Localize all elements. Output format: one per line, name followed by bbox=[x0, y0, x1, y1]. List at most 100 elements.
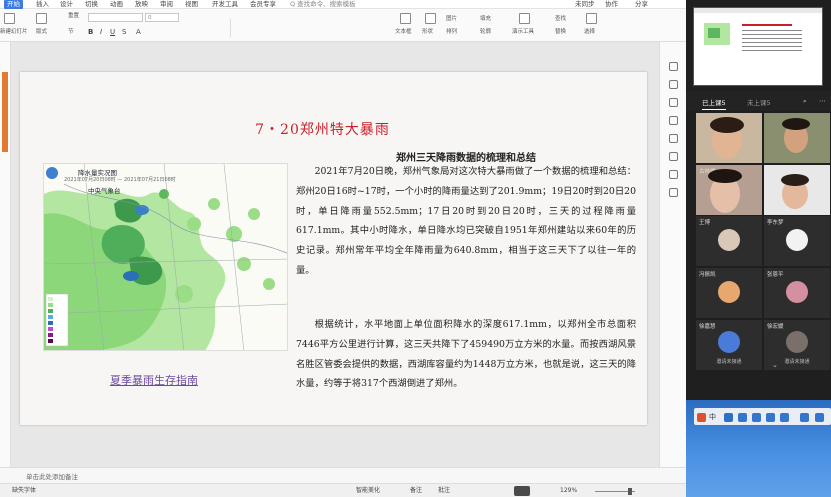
format-icon[interactable] bbox=[669, 116, 678, 125]
animation-icon[interactable] bbox=[669, 98, 678, 107]
find-button[interactable]: 查找 bbox=[555, 16, 566, 23]
avatar bbox=[718, 281, 740, 303]
shape-button[interactable]: 形状 bbox=[422, 29, 433, 36]
menu-design[interactable]: 设计 bbox=[60, 0, 73, 9]
toolbox-icon[interactable] bbox=[780, 413, 789, 422]
notes-placeholder: 单击此处添加备注 bbox=[26, 473, 78, 481]
location-icon[interactable] bbox=[669, 188, 678, 197]
participant-name: 王博 bbox=[699, 220, 711, 226]
phone-icon bbox=[718, 331, 740, 353]
search-commands[interactable]: Q 查找命令、搜索模板 bbox=[290, 0, 356, 9]
punct-icon[interactable] bbox=[724, 413, 733, 422]
map-subtitle: 2021年07月20日08时 — 2021年07月21日08时 bbox=[64, 177, 176, 183]
layout-icon[interactable] bbox=[36, 13, 47, 24]
zoom-level[interactable]: 129% bbox=[560, 486, 577, 496]
participant-tile[interactable]: 张恩平 bbox=[764, 268, 830, 318]
zoom-slider-thumb[interactable] bbox=[628, 488, 632, 495]
paragraph-statistics: 根据统计，水平地面上单位面积降水的深度617.1mm，以郑州全市总面积7446平… bbox=[296, 319, 636, 390]
menu-insert[interactable]: 插入 bbox=[36, 0, 49, 9]
smart-beautify-button[interactable]: 智能美化 bbox=[356, 486, 380, 496]
review-icon[interactable] bbox=[669, 170, 678, 179]
chevron-down-icon[interactable]: ⌄ bbox=[772, 361, 778, 369]
missing-font-button[interactable]: 缺失字体 bbox=[12, 486, 36, 496]
tab-not-joined[interactable]: 未上课5 bbox=[747, 97, 771, 107]
layout-button[interactable]: 版式 bbox=[36, 29, 47, 36]
participant-video-tile[interactable] bbox=[764, 113, 830, 163]
menu-slideshow[interactable]: 放映 bbox=[135, 0, 148, 9]
more-icon[interactable]: ⋯ bbox=[819, 97, 826, 105]
font-size-select[interactable]: 0 bbox=[145, 13, 179, 22]
present-tools-button[interactable]: 演示工具 bbox=[512, 29, 534, 36]
participant-video-tile[interactable] bbox=[764, 165, 830, 215]
menu-review[interactable]: 审阅 bbox=[160, 0, 173, 9]
share-button[interactable]: 分享 bbox=[635, 0, 648, 9]
section-button[interactable]: 节 bbox=[68, 29, 74, 36]
settings-icon[interactable] bbox=[669, 80, 678, 89]
grid-icon[interactable] bbox=[800, 413, 809, 422]
right-tool-strip bbox=[659, 42, 686, 470]
share-icon[interactable] bbox=[669, 152, 678, 161]
replace-button[interactable]: 替换 bbox=[555, 29, 566, 36]
avatar bbox=[786, 229, 808, 251]
picture-button[interactable]: 图片 bbox=[446, 16, 457, 23]
pin-icon[interactable] bbox=[669, 62, 678, 71]
participant-tile[interactable]: 冯振凯 bbox=[696, 268, 762, 318]
present-tools-icon[interactable] bbox=[519, 13, 530, 24]
participant-video-tile[interactable]: 古林楼 bbox=[696, 165, 762, 215]
participant-name: 张恩平 bbox=[767, 272, 784, 278]
notes-pane[interactable]: 单击此处添加备注 bbox=[0, 467, 686, 483]
new-slide-icon[interactable] bbox=[4, 13, 15, 24]
call-status: 邀请未接通 bbox=[716, 359, 742, 365]
slide-title: 7・20郑州特大暴雨 bbox=[255, 122, 390, 138]
status-bar: 缺失字体 智能美化 备注 批注 129% bbox=[0, 483, 686, 497]
participant-name: 冯振凯 bbox=[699, 272, 716, 278]
menu-view[interactable]: 视图 bbox=[185, 0, 198, 9]
fill-button[interactable]: 填充 bbox=[480, 16, 491, 23]
mic-icon[interactable] bbox=[738, 413, 747, 422]
participant-tile[interactable]: 王博 bbox=[696, 216, 762, 266]
avatar bbox=[786, 281, 808, 303]
survival-guide-link[interactable]: 夏季暴雨生存指南 bbox=[110, 372, 198, 388]
avatar bbox=[786, 331, 808, 353]
participant-tile[interactable]: 徐嘉慧 邀请未接通 bbox=[696, 320, 762, 370]
notes-toggle-button[interactable]: 备注 bbox=[410, 486, 422, 496]
menu-developer[interactable]: 开发工具 bbox=[212, 0, 238, 9]
shape-icon[interactable] bbox=[425, 13, 436, 24]
sync-status[interactable]: 未同步 bbox=[575, 0, 595, 9]
arrange-button[interactable]: 排列 bbox=[446, 29, 457, 36]
tab-joined[interactable]: 已上课5 bbox=[702, 97, 726, 110]
participant-name: 徐宏媛 bbox=[767, 324, 784, 330]
ime-lang-icon[interactable]: 中 bbox=[709, 412, 716, 422]
shared-screen-preview[interactable] bbox=[693, 7, 823, 86]
search-icon[interactable]: ⌕ bbox=[803, 97, 807, 106]
rainfall-map-image bbox=[43, 163, 288, 351]
participant-tabs: 已上课5 未上课5 ⌕ ⋯ bbox=[686, 91, 831, 111]
menu-transition[interactable]: 切换 bbox=[85, 0, 98, 9]
menu-member[interactable]: 会员专享 bbox=[250, 0, 276, 9]
participant-video-tile[interactable] bbox=[696, 113, 762, 163]
participant-name: 李东梦 bbox=[767, 220, 784, 226]
slide-thumb-marker bbox=[2, 72, 8, 152]
collab-button[interactable]: 协作 bbox=[605, 0, 618, 9]
keyboard-icon[interactable] bbox=[752, 413, 761, 422]
new-slide-button[interactable]: 新建幻灯片 bbox=[0, 29, 28, 36]
menu-bar: 开始 插入 设计 切换 动画 放映 审阅 视图 开发工具 会员专享 Q 查找命令… bbox=[0, 0, 686, 9]
textbox-button[interactable]: 文本框 bbox=[395, 29, 412, 36]
thumbnail-collapsed-strip[interactable] bbox=[0, 42, 11, 470]
outline-button[interactable]: 轮廓 bbox=[480, 29, 491, 36]
select-icon[interactable] bbox=[586, 13, 597, 24]
participant-tile[interactable]: 李东梦 bbox=[764, 216, 830, 266]
sogou-icon[interactable] bbox=[697, 413, 706, 422]
skin-icon[interactable] bbox=[766, 413, 775, 422]
select-button[interactable]: 选择 bbox=[584, 29, 595, 36]
menu-start[interactable]: 开始 bbox=[4, 0, 23, 9]
comment-toggle-button[interactable]: 批注 bbox=[438, 486, 450, 496]
paragraph-group bbox=[230, 19, 390, 37]
menu-animation[interactable]: 动画 bbox=[110, 0, 123, 9]
play-slideshow-icon[interactable] bbox=[514, 486, 530, 496]
reset-button[interactable]: 重置 bbox=[68, 13, 79, 20]
settings-icon[interactable] bbox=[815, 413, 824, 422]
help-icon[interactable] bbox=[669, 134, 678, 143]
textbox-icon[interactable] bbox=[400, 13, 411, 24]
font-family-select[interactable] bbox=[88, 13, 143, 22]
